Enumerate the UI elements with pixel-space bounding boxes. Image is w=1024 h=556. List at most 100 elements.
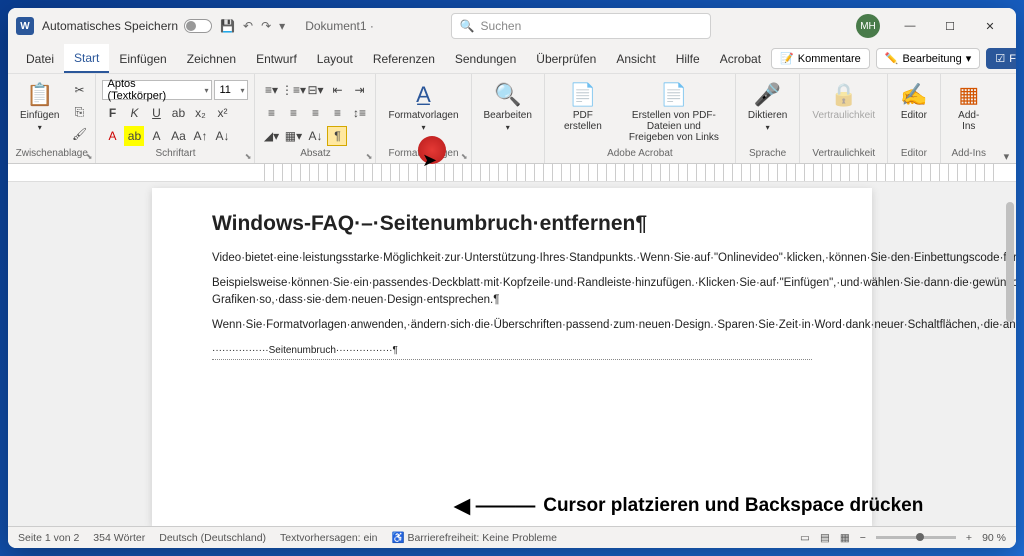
paragraph-1[interactable]: Video·bietet·eine·leistungsstarke·Möglic… [212,250,812,267]
user-avatar[interactable]: MH [856,14,880,38]
print-layout-icon[interactable]: ▤ [820,532,830,544]
tab-entwurf[interactable]: Entwurf [246,44,307,73]
close-button[interactable]: ✕ [972,12,1008,40]
tab-datei[interactable]: Datei [16,44,64,73]
editor-button[interactable]: ✍Editor [894,80,933,123]
tab-start[interactable]: Start [64,44,109,73]
share-button[interactable]: ☑ Freigeben ▾ [986,48,1016,69]
group-acrobat: 📄PDF erstellen 📄Erstellen von PDF-Dateie… [545,74,736,163]
tab-zeichnen[interactable]: Zeichnen [177,44,246,73]
tab-acrobat[interactable]: Acrobat [710,44,771,73]
styles-button[interactable]: A̲Formatvorlagen▾ [382,80,464,134]
paragraph-3[interactable]: Wenn·Sie·Formatvorlagen·anwenden,·ändern… [212,317,812,334]
superscript-button[interactable]: x² [212,103,232,123]
bold-button[interactable]: F [102,103,122,123]
tab-einfuegen[interactable]: Einfügen [109,44,176,73]
styles-launcher-icon[interactable]: ⬊ [461,152,468,161]
line-spacing-button[interactable]: ↕≡ [349,103,369,123]
sort-button[interactable]: A↓ [305,126,325,146]
text-effects-button[interactable]: A [146,126,166,146]
tab-referenzen[interactable]: Referenzen [363,44,445,73]
subscript-button[interactable]: x₂ [190,103,210,123]
collapse-ribbon-icon[interactable]: ▾ [997,74,1016,163]
qat-dropdown-icon[interactable]: ▾ [279,19,285,33]
zoom-in-button[interactable]: + [966,532,972,544]
undo-icon[interactable]: ↶ [243,19,253,33]
redo-icon[interactable]: ↷ [261,19,271,33]
shading-button[interactable]: ◢▾ [261,126,281,146]
group-addins: ▦Add-Ins Add-Ins [941,74,997,163]
focus-view-icon[interactable]: ▭ [800,532,810,544]
font-name-combo[interactable]: Aptos (Textkörper) [102,80,212,100]
tab-sendungen[interactable]: Sendungen [445,44,526,73]
vertical-scrollbar[interactable] [1006,202,1014,322]
word-count[interactable]: 354 Wörter [93,532,145,544]
italic-button[interactable]: K [124,103,144,123]
numbering-button[interactable]: ⋮≡▾ [283,80,303,100]
borders-button[interactable]: ▦▾ [283,126,303,146]
editing-button[interactable]: 🔍Bearbeiten▾ [478,80,538,134]
cut-icon[interactable]: ✂ [69,80,89,100]
status-bar: Seite 1 von 2 354 Wörter Deutsch (Deutsc… [8,526,1016,548]
document-page[interactable]: Windows-FAQ·–·Seitenumbruch·entfernen¶ V… [152,188,872,526]
addins-button[interactable]: ▦Add-Ins [947,80,991,134]
decrease-indent-button[interactable]: ⇤ [327,80,347,100]
paragraph-launcher-icon[interactable]: ⬊ [366,152,373,161]
align-left-button[interactable]: ≡ [261,103,281,123]
save-icon[interactable]: 💾 [220,19,235,33]
accessibility-status[interactable]: ♿ Barrierefreiheit: Keine Probleme [392,531,557,544]
horizontal-ruler[interactable] [8,164,1016,182]
paste-button[interactable]: 📋Einfügen▾ [14,80,65,134]
web-layout-icon[interactable]: ▦ [840,532,850,544]
shrink-font-button[interactable]: A↓ [212,126,232,146]
align-center-button[interactable]: ≡ [283,103,303,123]
pdf-create-button[interactable]: 📄PDF erstellen [551,80,615,134]
change-case-button[interactable]: Aa [168,126,188,146]
format-painter-icon[interactable]: 🖌 [69,124,89,144]
dictate-button[interactable]: 🎤Diktieren▾ [742,80,793,134]
toggle-icon[interactable] [184,19,212,33]
page-break-marker[interactable]: ·················Seitenumbruch··········… [212,343,812,360]
grow-font-button[interactable]: A↑ [190,126,210,146]
zoom-out-button[interactable]: − [860,532,866,544]
align-right-button[interactable]: ≡ [305,103,325,123]
mic-icon: 🎤 [754,82,781,108]
document-heading[interactable]: Windows-FAQ·–·Seitenumbruch·entfernen¶ [212,208,812,240]
paragraph-2[interactable]: Beispielsweise·können·Sie·ein·passendes·… [212,275,812,310]
group-dictate: 🎤Diktieren▾ Sprache [736,74,800,163]
language-indicator[interactable]: Deutsch (Deutschland) [159,532,266,544]
tab-ueberpruefen[interactable]: Überprüfen [526,44,606,73]
copy-icon[interactable]: ⎘ [69,102,89,122]
multilevel-button[interactable]: ⊟▾ [305,80,325,100]
pdf-share-icon: 📄 [660,82,687,108]
text-predictions[interactable]: Textvorhersagen: ein [280,532,377,544]
clipboard-launcher-icon[interactable]: ⬊ [86,152,93,161]
autosave-toggle[interactable]: Automatisches Speichern [42,19,212,33]
font-size-combo[interactable]: 11 [214,80,248,100]
zoom-level[interactable]: 90 % [982,532,1006,544]
strikethrough-button[interactable]: ab [168,103,188,123]
maximize-button[interactable]: ☐ [932,12,968,40]
page-indicator[interactable]: Seite 1 von 2 [18,532,79,544]
highlight-button[interactable]: ab [124,126,144,146]
show-hide-pilcrow-button[interactable]: ¶ [327,126,347,146]
zoom-slider[interactable] [876,536,956,539]
editing-mode-button[interactable]: ✏️ Bearbeitung ▾ [876,48,981,69]
document-title[interactable]: Dokument1 · [305,19,374,33]
cursor-pointer-icon: ➤ [422,150,437,171]
comments-button[interactable]: 📝 Kommentare [771,48,870,69]
search-box[interactable]: 🔍 Suchen [451,13,711,39]
increase-indent-button[interactable]: ⇥ [349,80,369,100]
underline-button[interactable]: U [146,103,166,123]
font-color-button[interactable]: A [102,126,122,146]
bullets-button[interactable]: ≡▾ [261,80,281,100]
tab-hilfe[interactable]: Hilfe [666,44,710,73]
font-launcher-icon[interactable]: ⬊ [245,152,252,161]
tab-ansicht[interactable]: Ansicht [606,44,665,73]
pdf-create-share-button[interactable]: 📄Erstellen von PDF-Dateien und Freigeben… [619,80,729,145]
justify-button[interactable]: ≡ [327,103,347,123]
minimize-button[interactable]: ― [892,12,928,40]
tab-layout[interactable]: Layout [307,44,363,73]
editor-icon: ✍ [900,82,927,108]
titlebar: W Automatisches Speichern 💾 ↶ ↷ ▾ Dokume… [8,8,1016,44]
